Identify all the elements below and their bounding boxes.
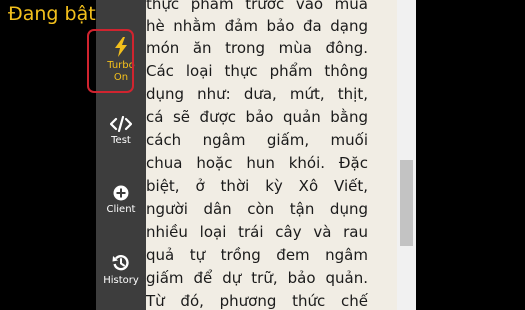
article-line: cá sẽ được bảo quản bằng (146, 108, 368, 126)
history-label: History (103, 275, 139, 286)
plus-circle-icon (113, 185, 129, 201)
article-line: giấm để dự trữ, bảo quản. (146, 269, 368, 287)
article-line: biệt, ở thời kỳ Xô Viết, (146, 177, 368, 195)
client-button[interactable]: Client (96, 185, 146, 216)
scrollbar-track[interactable] (397, 0, 416, 310)
article-line: người dân còn tận dụng (146, 200, 368, 218)
right-panel (416, 0, 525, 310)
article-line: Từ đó, phương thức chế (146, 292, 368, 310)
article-line: hè nhằm đảm bảo đa dạng (146, 17, 368, 35)
article-line: thực phẩm trước vào mùa (146, 0, 368, 13)
article-line: Các loại thực phẩm thông (146, 62, 368, 80)
history-icon (112, 255, 129, 271)
scrollbar-thumb[interactable] (400, 160, 413, 246)
article-line: cách ngâm giấm, muối (146, 131, 368, 149)
status-label: Đang bật (8, 3, 96, 25)
client-label: Client (106, 204, 136, 215)
code-icon (110, 116, 132, 132)
article-text: thực phẩm trước vào mùa hè nhằm đảm bảo … (146, 0, 397, 310)
article-line: món ăn trong mùa đông. (146, 39, 368, 57)
article-line: nhiều loại trái cây và rau (146, 223, 368, 241)
article-line: dụng như: dưa, mứt, thịt, (146, 85, 368, 103)
article-line: chua hoặc hun khói. Đặc (146, 154, 368, 172)
test-button[interactable]: Test (96, 116, 146, 147)
turbo-highlight-box (87, 29, 134, 93)
test-label: Test (111, 135, 131, 146)
article-line: quả tự trồng đem ngâm (146, 246, 368, 264)
history-button[interactable]: History (96, 254, 146, 287)
